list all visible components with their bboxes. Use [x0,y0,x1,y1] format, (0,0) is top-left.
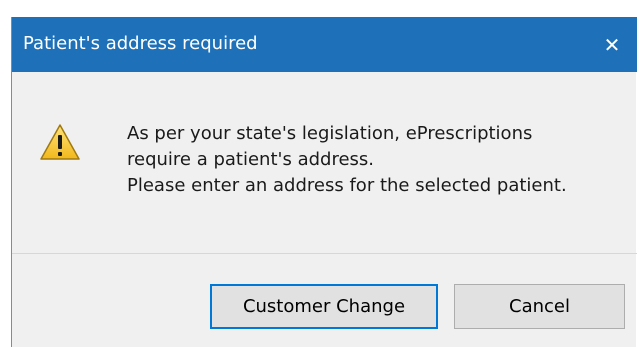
customer-change-label: Customer Change [242,296,406,317]
message-text: As per your state's legislation, ePrescr… [127,121,567,199]
cancel-button[interactable]: Cancel [454,284,625,329]
message-line: require a patient's address. [127,149,375,170]
close-button[interactable]: ✕ [587,17,637,72]
dialog-title: Patient's address required [23,33,258,54]
warning-icon [40,124,80,160]
customer-change-button[interactable]: Customer Change [210,284,438,329]
dialog-window: Patient's address required ✕ As per your… [11,17,637,347]
title-bar: Patient's address required ✕ [12,17,637,72]
message-line: Please enter an address for the selected… [127,175,567,196]
close-icon: ✕ [603,32,621,57]
separator [12,253,637,254]
cancel-label: Cancel [509,296,570,317]
message-line: As per your state's legislation, ePrescr… [127,123,533,144]
